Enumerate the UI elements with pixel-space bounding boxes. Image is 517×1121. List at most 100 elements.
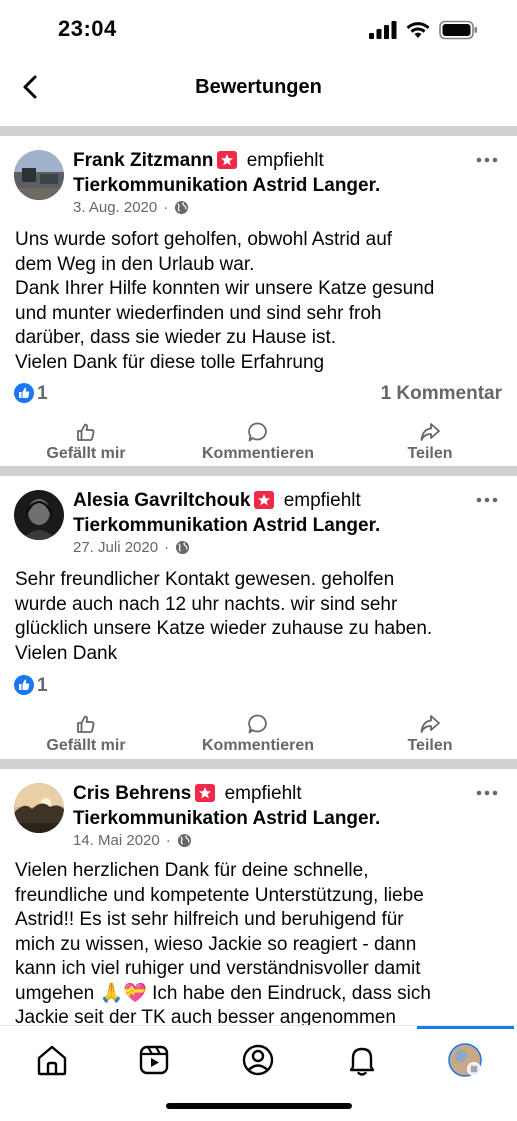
status-icons bbox=[369, 20, 479, 40]
like-reaction-icon[interactable] bbox=[14, 675, 34, 695]
menu-avatar[interactable] bbox=[445, 1040, 485, 1080]
share-label: Teilen bbox=[407, 737, 453, 754]
like-label: Gefällt mir bbox=[46, 737, 126, 754]
text-line: wurde auch nach 12 uhr nachts. wir sind … bbox=[15, 593, 398, 615]
comment-label: Kommentieren bbox=[201, 445, 315, 462]
text-line: Sehr freundlicher Kontakt gewesen. gehol… bbox=[15, 569, 395, 590]
share-icon bbox=[420, 423, 440, 441]
review-header: Frank Zitzmann empfiehlt Tierkommunikati… bbox=[73, 148, 473, 198]
comment-button[interactable]: Kommentieren bbox=[183, 713, 333, 755]
recommends-label: empfiehlt bbox=[246, 150, 324, 171]
post-date[interactable]: 3. Aug. 2020 bbox=[73, 199, 157, 216]
post-actions: Gefällt mir Kommentieren Teilen bbox=[0, 713, 517, 763]
page-name-link[interactable]: Tierkommunikation Astrid Langer bbox=[73, 175, 375, 196]
review-post: Frank Zitzmann empfiehlt Tierkommunikati… bbox=[0, 136, 517, 466]
home-icon[interactable] bbox=[32, 1040, 72, 1080]
profile-icon[interactable] bbox=[238, 1040, 278, 1080]
period: . bbox=[374, 808, 381, 829]
recommend-icon bbox=[254, 491, 275, 509]
author-name[interactable]: Frank Zitzmann bbox=[73, 150, 213, 171]
review-header: Cris Behrens empfiehlt Tierkommunikation… bbox=[73, 781, 473, 831]
review-text: Sehr freundlicher Kontakt gewesen. gehol… bbox=[15, 568, 505, 666]
period: . bbox=[374, 515, 381, 536]
review-post: Alesia Gavriltchouk empfiehlt Tierkommun… bbox=[0, 476, 517, 759]
text-line: dem Weg in den Urlaub war. bbox=[15, 253, 255, 275]
status-bar: 23:04 bbox=[0, 0, 517, 60]
like-reaction-icon[interactable] bbox=[14, 383, 34, 403]
text-line: Vielen Dank bbox=[15, 642, 118, 664]
like-label: Gefällt mir bbox=[46, 445, 126, 462]
active-tab-indicator bbox=[417, 1026, 514, 1029]
text-line: Dank Ihrer Hilfe konnten wir unsere Katz… bbox=[15, 278, 435, 299]
review-header: Alesia Gavriltchouk empfiehlt Tierkommun… bbox=[73, 488, 473, 538]
post-meta: 3. Aug. 2020 · bbox=[73, 199, 189, 216]
text-line: umgehen 🙏💝 Ich habe den Eindruck, dass s… bbox=[15, 982, 431, 1004]
avatar[interactable] bbox=[14, 490, 64, 540]
thumbs-up-icon bbox=[77, 423, 95, 441]
post-date[interactable]: 27. Juli 2020 bbox=[73, 539, 158, 556]
recommend-icon bbox=[217, 151, 238, 169]
page-name-link[interactable]: Tierkommunikation Astrid Langer bbox=[73, 515, 375, 536]
meta-separator: · bbox=[163, 199, 169, 216]
meta-separator: · bbox=[164, 539, 170, 556]
text-line: Jackie seit der TK auch besser angenomme… bbox=[15, 1007, 396, 1025]
post-actions: Gefällt mir Kommentieren Teilen bbox=[0, 421, 517, 471]
text-line: Vielen herzlichen Dank für deine schnell… bbox=[15, 860, 369, 881]
share-button[interactable]: Teilen bbox=[355, 421, 505, 463]
thumbs-up-icon bbox=[77, 715, 95, 733]
comments-count[interactable]: 1 Kommentar bbox=[381, 383, 502, 405]
share-label: Teilen bbox=[407, 445, 453, 462]
text-line: und munter wiederfinden und sind sehr fr… bbox=[15, 302, 382, 324]
reaction-stats: 1 bbox=[14, 675, 502, 699]
text-line: kann ich viel ruhiger und verständnisvol… bbox=[15, 958, 421, 979]
share-icon bbox=[420, 715, 440, 733]
like-button[interactable]: Gefällt mir bbox=[11, 713, 161, 755]
reaction-stats: 1 1 Kommentar bbox=[14, 383, 502, 407]
wifi-icon bbox=[406, 22, 430, 38]
period: . bbox=[374, 175, 381, 196]
text-line: freundliche und kompetente Unterstützung… bbox=[15, 884, 424, 906]
review-post: Cris Behrens empfiehlt Tierkommunikation… bbox=[0, 769, 517, 1025]
recommends-label: empfiehlt bbox=[283, 490, 361, 511]
post-meta: 14. Mai 2020 · bbox=[73, 832, 192, 849]
text-line: mich zu wissen, wieso Jackie so reagiert… bbox=[15, 933, 417, 955]
page-name-link[interactable]: Tierkommunikation Astrid Langer bbox=[73, 808, 375, 829]
divider bbox=[0, 126, 517, 136]
text-line: Astrid!! Es ist sehr hilfreich und beruh… bbox=[15, 909, 404, 930]
status-time: 23:04 bbox=[58, 16, 117, 41]
divider bbox=[0, 759, 517, 769]
recommend-icon bbox=[195, 784, 216, 802]
post-meta: 27. Juli 2020 · bbox=[73, 539, 190, 556]
avatar[interactable] bbox=[14, 783, 64, 833]
like-button[interactable]: Gefällt mir bbox=[11, 421, 161, 463]
like-count[interactable]: 1 bbox=[37, 383, 48, 404]
review-text: Vielen herzlichen Dank für deine schnell… bbox=[15, 859, 505, 1025]
author-name[interactable]: Alesia Gavriltchouk bbox=[73, 490, 250, 511]
navigation-bar: Bewertungen bbox=[0, 60, 517, 118]
avatar[interactable] bbox=[14, 150, 64, 200]
text-line: Vielen Dank für diese tolle Erfahrung bbox=[15, 351, 325, 373]
like-count[interactable]: 1 bbox=[37, 675, 48, 696]
more-options-icon[interactable] bbox=[475, 154, 499, 166]
comment-label: Kommentieren bbox=[201, 737, 315, 754]
globe-icon bbox=[176, 540, 190, 555]
review-text: Uns wurde sofort geholfen, obwohl Astrid… bbox=[15, 228, 505, 375]
share-button[interactable]: Teilen bbox=[355, 713, 505, 755]
meta-separator: · bbox=[165, 832, 171, 849]
text-line: Uns wurde sofort geholfen, obwohl Astrid… bbox=[15, 229, 393, 250]
bell-icon[interactable] bbox=[342, 1040, 382, 1080]
video-icon[interactable] bbox=[134, 1040, 174, 1080]
more-options-icon[interactable] bbox=[475, 787, 499, 799]
post-date[interactable]: 14. Mai 2020 bbox=[73, 832, 160, 849]
home-indicator bbox=[166, 1103, 352, 1109]
globe-icon bbox=[175, 200, 189, 215]
comment-button[interactable]: Kommentieren bbox=[183, 421, 333, 463]
signal-icon bbox=[369, 21, 397, 39]
divider bbox=[0, 466, 517, 476]
recommends-label: empfiehlt bbox=[224, 783, 302, 804]
author-name[interactable]: Cris Behrens bbox=[73, 783, 191, 804]
page-title: Bewertungen bbox=[195, 76, 322, 98]
text-line: darüber, dass sie wieder zu Hause ist. bbox=[15, 327, 337, 348]
more-options-icon[interactable] bbox=[475, 494, 499, 506]
text-line: glücklich unsere Katze wieder zuhause zu… bbox=[15, 618, 433, 639]
